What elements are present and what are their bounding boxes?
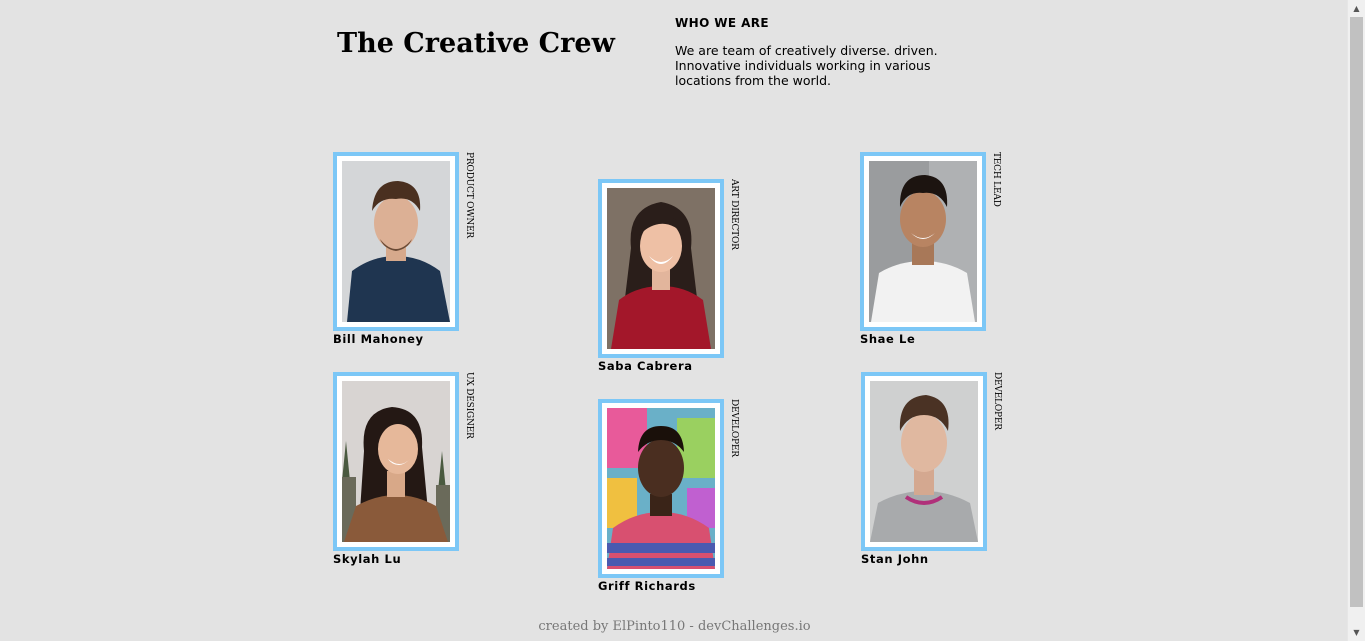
member-photo <box>342 381 450 542</box>
member-photo <box>607 408 715 569</box>
team-member-card: DEVELOPER Griff Richards <box>598 399 748 599</box>
about-text: We are team of creatively diverse. drive… <box>675 43 938 88</box>
photo-frame <box>333 372 459 551</box>
about-heading: WHO WE ARE <box>675 16 769 30</box>
member-name: Bill Mahoney <box>333 332 424 346</box>
member-name: Stan John <box>861 552 929 566</box>
photo-frame <box>861 372 987 551</box>
member-role: ART DIRECTOR <box>729 179 739 250</box>
member-name: Shae Le <box>860 332 916 346</box>
member-name: Griff Richards <box>598 579 696 593</box>
member-role: UX DESIGNER <box>464 372 474 439</box>
member-name: Saba Cabrera <box>598 359 693 373</box>
photo-frame <box>598 179 724 358</box>
team-member-card: DEVELOPER Stan John <box>861 372 1011 572</box>
photo-frame <box>333 152 459 331</box>
member-photo <box>342 161 450 322</box>
member-photo <box>607 188 715 349</box>
scroll-up-arrow-icon[interactable]: ▲ <box>1348 0 1365 17</box>
member-role: TECH LEAD <box>991 152 1001 207</box>
page-title: The Creative Crew <box>337 28 615 59</box>
member-role: DEVELOPER <box>992 372 1002 430</box>
team-member-card: UX DESIGNER Skylah Lu <box>333 372 483 572</box>
member-name: Skylah Lu <box>333 552 402 566</box>
member-role: PRODUCT OWNER <box>464 152 474 239</box>
team-member-card: TECH LEAD Shae Le <box>860 152 1010 352</box>
scroll-down-arrow-icon[interactable]: ▼ <box>1348 624 1365 641</box>
scroll-thumb[interactable] <box>1350 17 1363 607</box>
member-role: DEVELOPER <box>729 399 739 457</box>
photo-frame <box>598 399 724 578</box>
member-photo <box>869 161 977 322</box>
photo-frame <box>860 152 986 331</box>
footer-credit: created by ElPinto110 - devChallenges.io <box>538 619 811 634</box>
team-member-card: ART DIRECTOR Saba Cabrera <box>598 179 748 379</box>
team-member-card: PRODUCT OWNER Bill Mahoney <box>333 152 483 352</box>
member-photo <box>870 381 978 542</box>
vertical-scrollbar[interactable]: ▲ ▼ <box>1347 0 1365 641</box>
